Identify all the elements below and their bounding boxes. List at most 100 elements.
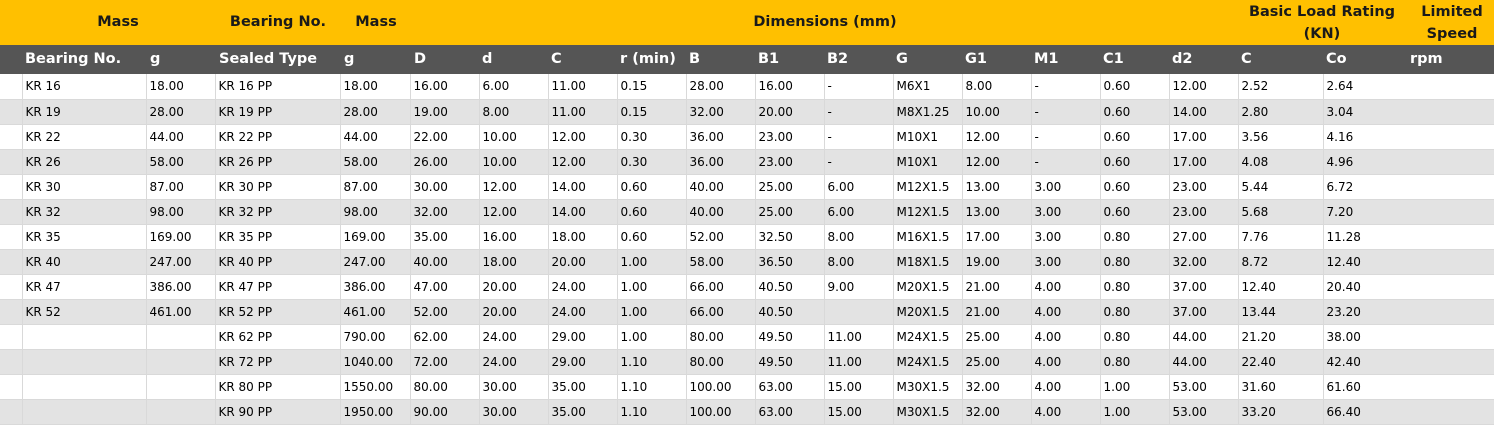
table-cell: 0.60 — [1099, 199, 1169, 225]
table-cell: 20.00 — [478, 274, 548, 300]
table-cell: 24.00 — [478, 349, 548, 375]
table-cell: KR 52 — [21, 299, 146, 325]
column-header: d2 — [1172, 51, 1193, 67]
table-cell: KR 19 PP — [214, 99, 340, 125]
row-spacer — [0, 299, 22, 325]
table-cell: - — [823, 124, 893, 150]
table-cell: 44.00 — [145, 124, 215, 150]
table-cell: 98.00 — [339, 199, 410, 225]
table-cell: 12.00 — [961, 149, 1031, 175]
table-cell: 26.00 — [409, 149, 479, 175]
table-cell: 4.00 — [1030, 299, 1100, 325]
table-cell: 1.10 — [616, 399, 686, 425]
column-header: r (min) — [620, 51, 676, 67]
table-cell: 33.20 — [1237, 399, 1323, 425]
table-cell: 3.00 — [1030, 224, 1100, 250]
table-cell: 10.00 — [478, 124, 548, 150]
table-cell: 28.00 — [685, 74, 755, 100]
table-cell: 28.00 — [339, 99, 410, 125]
table-cell: 0.60 — [616, 224, 686, 250]
mass-sealed-group-header: Mass — [355, 14, 397, 30]
table-cell: 40.50 — [754, 274, 824, 300]
table-cell: 32.00 — [961, 374, 1031, 400]
table-cell: 6.00 — [823, 199, 893, 225]
table-cell: 38.00 — [1322, 324, 1494, 350]
table-cell: 14.00 — [547, 174, 617, 200]
table-cell: 80.00 — [685, 349, 755, 375]
table-cell: 11.00 — [547, 99, 617, 125]
table-cell: 11.00 — [547, 74, 617, 100]
table-cell: KR 35 PP — [214, 224, 340, 250]
table-cell: - — [1030, 124, 1100, 150]
table-cell: 21.20 — [1237, 324, 1323, 350]
table-cell: 29.00 — [547, 324, 617, 350]
table-cell: 27.00 — [1168, 224, 1238, 250]
table-cell: 4.00 — [1030, 274, 1100, 300]
table-cell: 0.15 — [616, 74, 686, 100]
table-cell: 32.50 — [754, 224, 824, 250]
table-cell — [145, 374, 215, 400]
table-cell: 19.00 — [961, 249, 1031, 275]
table-cell: 25.00 — [961, 349, 1031, 375]
table-cell: 4.00 — [1030, 324, 1100, 350]
table-cell: 0.60 — [1099, 74, 1169, 100]
table-cell: 247.00 — [145, 249, 215, 275]
table-cell: 1.00 — [616, 299, 686, 325]
mass-group-header: Mass — [97, 14, 139, 30]
table-cell: 63.00 — [754, 374, 824, 400]
column-header: B2 — [827, 51, 849, 67]
table-cell: - — [823, 99, 893, 125]
table-cell: 3.00 — [1030, 199, 1100, 225]
table-cell: 0.80 — [1099, 349, 1169, 375]
table-cell: 12.00 — [547, 124, 617, 150]
table-cell: 29.00 — [547, 349, 617, 375]
table-cell: 12.00 — [478, 199, 548, 225]
table-cell: 5.68 — [1237, 199, 1323, 225]
table-cell: 3.04 — [1322, 99, 1494, 125]
table-cell: 21.00 — [961, 274, 1031, 300]
table-row: KR 47 386.00 KR 47 PP 386.00 47.00 20.00 24.00… — [0, 274, 1494, 300]
table-cell: 23.00 — [1168, 174, 1238, 200]
table-cell: 66.00 — [685, 274, 755, 300]
table-cell: KR 80 PP — [214, 374, 340, 400]
column-header: rpm — [1410, 51, 1443, 67]
table-cell: M20X1.5 — [892, 274, 962, 300]
table-cell: KR 40 — [21, 249, 146, 275]
table-cell: 12.40 — [1237, 274, 1323, 300]
table-cell: KR 52 PP — [214, 299, 340, 325]
table-cell: 35.00 — [547, 374, 617, 400]
load-rating-header-line1: Basic Load Rating — [1248, 4, 1396, 20]
table-cell: 6.72 — [1322, 174, 1494, 200]
table-cell: 4.00 — [1030, 399, 1100, 425]
table-cell: M8X1.25 — [892, 99, 962, 125]
table-cell: 66.40 — [1322, 399, 1494, 425]
table-cell: 4.96 — [1322, 149, 1494, 175]
table-cell: 23.00 — [1168, 199, 1238, 225]
table-cell: 18.00 — [339, 74, 410, 100]
table-cell: 1950.00 — [339, 399, 410, 425]
table-cell: 14.00 — [547, 199, 617, 225]
table-cell: 24.00 — [547, 299, 617, 325]
table-cell: 386.00 — [145, 274, 215, 300]
table-cell — [145, 324, 215, 350]
table-cell: 169.00 — [339, 224, 410, 250]
table-cell: 35.00 — [547, 399, 617, 425]
table-cell: 13.00 — [961, 199, 1031, 225]
table-cell: 0.60 — [1099, 174, 1169, 200]
row-spacer — [0, 399, 22, 425]
table-cell: M6X1 — [892, 74, 962, 100]
table-cell — [21, 349, 146, 375]
table-cell: 12.00 — [961, 124, 1031, 150]
row-spacer — [0, 324, 22, 350]
table-cell: 44.00 — [339, 124, 410, 150]
table-cell: - — [1030, 99, 1100, 125]
table-cell: 1.10 — [616, 349, 686, 375]
table-cell: 0.30 — [616, 149, 686, 175]
table-row: KR 35 169.00 KR 35 PP 169.00 35.00 16.00 18.00… — [0, 224, 1494, 250]
table-cell: 21.00 — [961, 299, 1031, 325]
row-spacer — [0, 74, 22, 100]
table-cell: 58.00 — [145, 149, 215, 175]
row-spacer — [0, 224, 22, 250]
table-cell: 20.00 — [547, 249, 617, 275]
table-cell: 8.00 — [478, 99, 548, 125]
